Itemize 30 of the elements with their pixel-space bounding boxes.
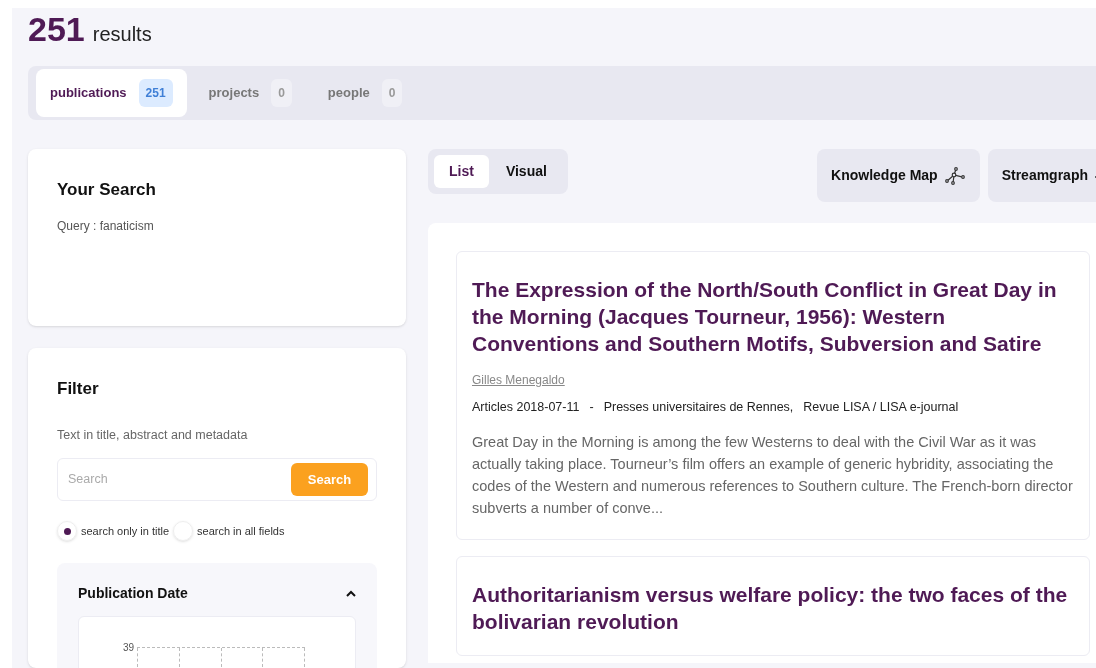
count-badge: 0 <box>381 79 403 108</box>
results-label: results <box>92 22 152 47</box>
category-tab[interactable]: publications 251 <box>36 69 187 118</box>
category-tab[interactable]: projects 0 <box>194 69 306 118</box>
result-count: 251 <box>28 12 85 46</box>
filter-hint: Text in title, abstract and metadata <box>57 426 249 444</box>
result-title[interactable]: Authoritarianism versus welfare policy: the two faces of the bolivarian revolution <box>472 580 1074 635</box>
card-title: Filter <box>57 378 100 400</box>
visualization-button[interactable]: Knowledge Map <box>817 149 980 202</box>
network-icon <box>943 166 966 185</box>
abstract-text: Great Day in the Morning is among the few Westerns to deal with the Civil War as it was actually taking place. Tourneur’s film offers an example of generic hybridity, associating the codes of the Western and numerous references to Southern culture. The French-born director subverts a number of conve... <box>472 432 1074 518</box>
query-text: Query : fanaticism <box>57 217 155 235</box>
meta-text: - <box>589 399 594 416</box>
count-badge: 251 <box>138 79 173 108</box>
meta-text: Presses universitaires de Rennes, <box>603 399 794 416</box>
meta-text: Articles 2018-07-11 <box>472 399 580 416</box>
radio-label: search only in title <box>81 524 170 539</box>
radio-label: search in all fields <box>197 524 285 539</box>
author-link[interactable]: Gilles Menegaldo <box>472 371 1074 389</box>
panel-title: Publication Date <box>78 584 188 604</box>
view-toggle-option[interactable]: List <box>434 155 489 188</box>
meta-text: Revue LISA / LISA e-journal <box>803 399 959 416</box>
count-badge: 0 <box>271 79 292 108</box>
view-toggle-option[interactable]: Visual <box>490 155 562 188</box>
result-title[interactable]: The Expression of the North/South Conflict in Great Day in the Morning (Jacques Tourneur, 1956): Western Conventions and Southern Motifs, Subversion and Satire <box>472 276 1074 357</box>
category-tab[interactable]: people 0 <box>313 69 417 118</box>
card-title: Your Search <box>57 179 157 201</box>
axis-tick-label: 39 <box>123 643 135 654</box>
visualization-button[interactable]: Streamgraph <box>987 149 1096 202</box>
chevron-up-icon[interactable] <box>346 590 356 598</box>
